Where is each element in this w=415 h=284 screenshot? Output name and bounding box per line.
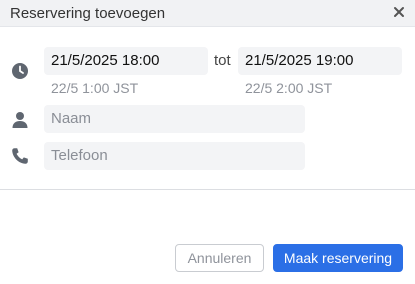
close-button[interactable] — [389, 2, 409, 22]
add-reservation-dialog: Reservering toevoegen 21/5/2025 18:00 22… — [0, 0, 415, 284]
phone-icon — [12, 148, 28, 164]
user-icon — [12, 112, 28, 128]
cancel-button[interactable]: Annuleren — [175, 244, 264, 272]
start-datetime-input[interactable]: 21/5/2025 18:00 — [44, 47, 208, 75]
range-separator: tot — [214, 52, 231, 69]
footer-divider — [0, 189, 415, 190]
start-timezone-hint: 22/5 1:00 JST — [51, 80, 139, 96]
close-icon — [394, 7, 404, 17]
make-reservation-button[interactable]: Maak reservering — [273, 244, 403, 272]
dialog-title: Reservering toevoegen — [10, 5, 166, 22]
end-timezone-hint: 22/5 2:00 JST — [245, 80, 333, 96]
name-input[interactable]: Naam — [44, 105, 305, 133]
end-datetime-input[interactable]: 21/5/2025 19:00 — [238, 47, 402, 75]
dialog-titlebar: Reservering toevoegen — [0, 0, 415, 27]
clock-icon — [12, 63, 28, 79]
phone-input[interactable]: Telefoon — [44, 142, 305, 170]
